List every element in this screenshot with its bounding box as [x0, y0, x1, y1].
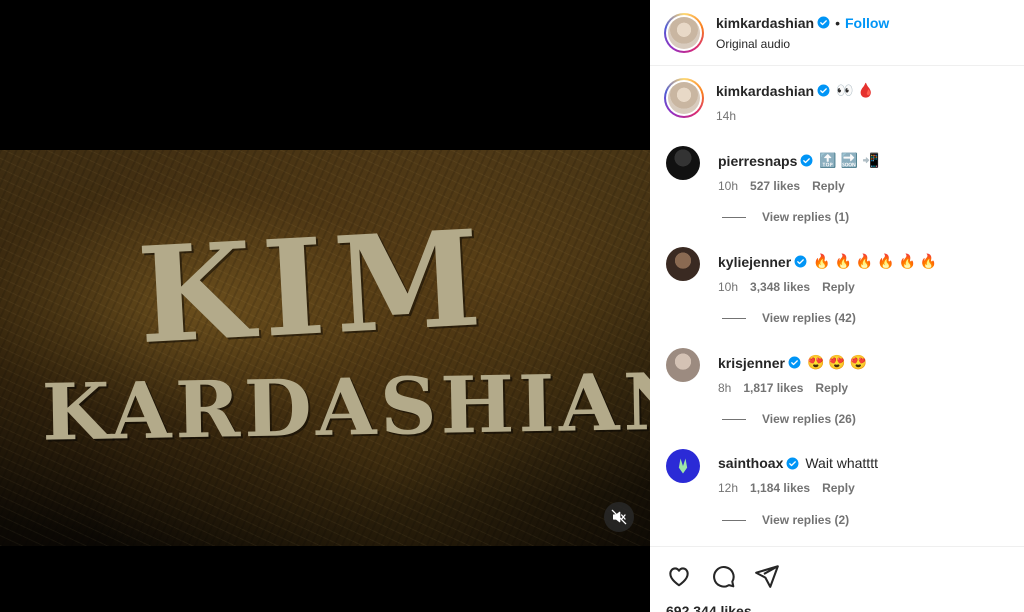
view-replies-button[interactable]: View replies (2) [722, 513, 849, 527]
view-replies-button[interactable]: View replies (1) [722, 210, 849, 224]
view-replies-button[interactable]: View replies (42) [722, 311, 856, 325]
verified-badge-icon [800, 154, 813, 167]
comment-button[interactable] [710, 563, 736, 594]
header-separator: • [835, 14, 840, 31]
comment-icon [713, 566, 735, 588]
like-button[interactable] [666, 563, 692, 594]
comment-item: sainthoax Wait whatttt 12h 1,184 likes R… [666, 449, 878, 495]
commenter-avatar[interactable] [666, 247, 700, 281]
post-actions-bar: 692,344 likes [650, 546, 1024, 612]
comment-time: 8h [718, 381, 732, 395]
comment-time: 10h [718, 280, 739, 294]
comment-text: Wait whatttt [805, 455, 878, 471]
commenter-username[interactable]: sainthoax [718, 455, 783, 471]
replies-divider [722, 519, 746, 521]
comment-text: 😍 😍 😍 [806, 354, 868, 370]
verified-badge-icon [786, 457, 799, 469]
comment-item: krisjenner 😍 😍 😍 8h 1,817 likes Reply [666, 348, 867, 395]
reply-button[interactable]: Reply [815, 381, 848, 395]
like-count[interactable]: 692,344 likes [666, 603, 752, 612]
follow-button[interactable]: Follow [845, 15, 889, 31]
caption-avatar[interactable] [664, 78, 704, 118]
mute-button[interactable] [604, 502, 634, 532]
post-caption: kimkardashian 👀 🩸 14h [664, 78, 875, 123]
verified-badge-icon [794, 255, 807, 268]
comment-likes[interactable]: 1,817 likes [743, 381, 803, 395]
reply-button[interactable]: Reply [822, 481, 855, 495]
commenter-avatar[interactable] [666, 146, 700, 180]
share-icon [755, 565, 779, 588]
comment-item: pierresnaps 🔝 🔜 📲 10h 527 likes Reply [666, 146, 879, 193]
replies-divider [722, 317, 746, 319]
share-button[interactable] [754, 563, 780, 594]
caption-time: 14h [716, 109, 737, 123]
replies-divider [722, 216, 746, 218]
comment-item: kyliejenner 🔥 🔥 🔥 🔥 🔥 🔥 10h 3,348 likes … [666, 247, 937, 294]
video-title-last: KARDASHIAN [41, 356, 650, 459]
commenter-username[interactable]: krisjenner [718, 355, 785, 371]
author-username[interactable]: kimkardashian [716, 15, 814, 31]
comment-time: 10h [718, 179, 739, 193]
verified-badge-icon [817, 84, 830, 97]
view-replies-label: View replies (2) [762, 513, 850, 527]
caption-avatar-image [668, 82, 700, 114]
comment-likes[interactable]: 527 likes [750, 179, 800, 193]
praying-hands-icon [678, 458, 688, 474]
comment-time: 12h [718, 481, 739, 495]
comments-list[interactable]: kimkardashian 👀 🩸 14h pierresnaps 🔝 🔜 📲 … [650, 66, 1024, 546]
view-replies-button[interactable]: View replies (26) [722, 412, 856, 426]
author-avatar[interactable] [664, 12, 704, 53]
commenter-avatar[interactable] [666, 348, 700, 382]
original-audio-link[interactable]: Original audio [716, 37, 889, 51]
speaker-muted-icon [611, 509, 627, 525]
view-replies-label: View replies (42) [762, 311, 856, 325]
comment-text: 🔥 🔥 🔥 🔥 🔥 🔥 [813, 253, 938, 269]
post-side-panel: kimkardashian • Follow Original audio kimk… [650, 0, 1024, 612]
commenter-avatar[interactable] [666, 449, 700, 483]
heart-icon [669, 567, 689, 587]
verified-badge-icon [788, 356, 801, 369]
video-title-first: KIM [134, 200, 495, 375]
author-avatar-image [668, 16, 700, 49]
reply-button[interactable]: Reply [822, 280, 855, 294]
caption-username[interactable]: kimkardashian [716, 83, 814, 99]
media-pane: KIM KARDASHIAN [0, 0, 650, 612]
view-replies-label: View replies (26) [762, 412, 856, 426]
reply-button[interactable]: Reply [812, 179, 845, 193]
commenter-username[interactable]: pierresnaps [718, 153, 797, 169]
comment-likes[interactable]: 1,184 likes [750, 481, 810, 495]
post-header: kimkardashian • Follow Original audio [650, 0, 1024, 66]
view-replies-label: View replies (1) [762, 210, 850, 224]
verified-badge-icon [817, 16, 830, 28]
commenter-username[interactable]: kyliejenner [718, 254, 791, 270]
comment-text: 🔝 🔜 📲 [819, 152, 880, 168]
replies-divider [722, 418, 746, 420]
caption-text: 👀 🩸 [836, 82, 875, 98]
comment-likes[interactable]: 3,348 likes [750, 280, 810, 294]
